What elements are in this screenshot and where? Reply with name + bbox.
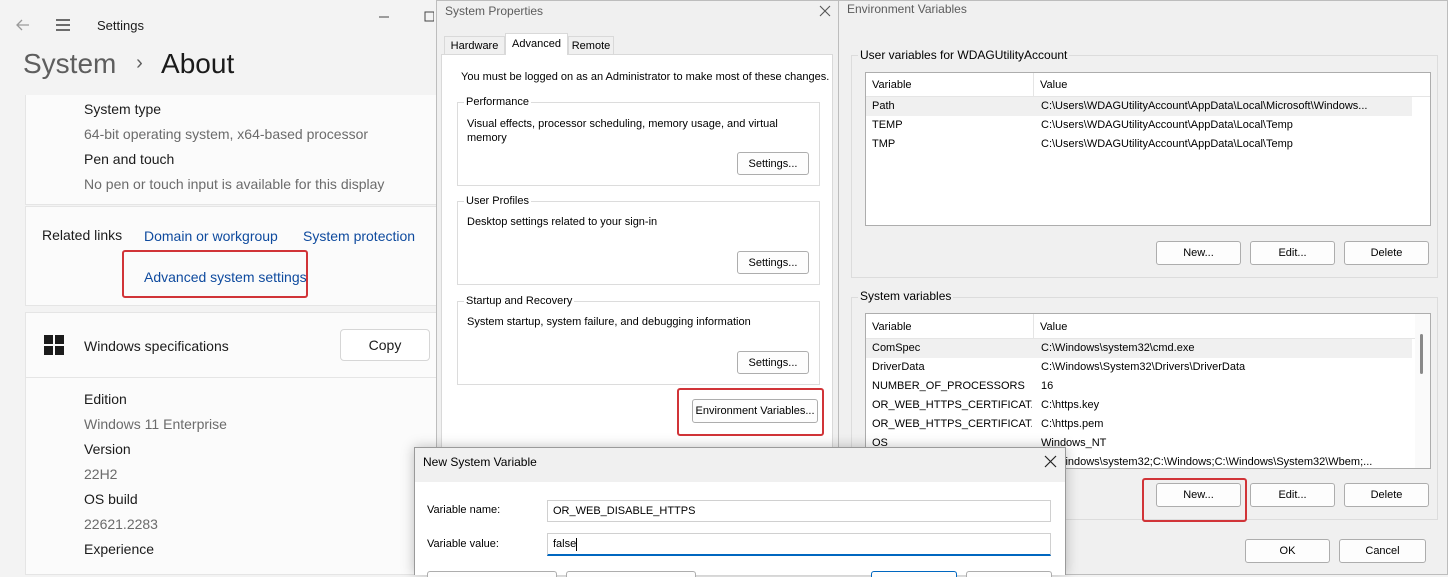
ok-button[interactable]: OK xyxy=(1245,539,1330,563)
new-variable-title: New System Variable xyxy=(423,455,537,469)
version-value: 22H2 xyxy=(84,466,118,482)
breadcrumb-system[interactable]: System xyxy=(23,48,116,79)
os-build-value: 22621.2283 xyxy=(84,516,158,532)
system-new-button[interactable]: New... xyxy=(1156,483,1241,507)
system-row-value[interactable]: C:\Windows\system32;C:\Windows;C:\Window… xyxy=(1041,456,1411,468)
page-title: About xyxy=(161,48,235,79)
copy-button[interactable]: Copy xyxy=(340,329,430,361)
domain-workgroup-link[interactable]: Domain or workgroup xyxy=(144,228,278,244)
user-row-value[interactable]: C:\Users\WDAGUtilityAccount\AppData\Loca… xyxy=(1041,100,1409,112)
system-scrollbar-thumb[interactable] xyxy=(1420,334,1423,374)
dialog-cancel-button[interactable] xyxy=(966,571,1052,577)
user-delete-button[interactable]: Delete xyxy=(1344,241,1429,265)
system-type-value: 64-bit operating system, x64-based proce… xyxy=(84,126,369,142)
breadcrumb: System › About xyxy=(23,48,234,80)
edition-value: Windows 11 Enterprise xyxy=(84,416,227,432)
user-col-value[interactable]: Value xyxy=(1040,79,1067,91)
startup-recovery-settings-button[interactable]: Settings... xyxy=(737,351,809,374)
minimize-icon[interactable] xyxy=(378,8,390,20)
system-col-value[interactable]: Value xyxy=(1040,321,1067,333)
system-row-value[interactable]: 16 xyxy=(1041,380,1411,392)
maximize-icon[interactable] xyxy=(424,10,435,22)
edition-label: Edition xyxy=(84,391,127,407)
system-col-divider xyxy=(1033,314,1034,339)
system-scrollbar[interactable] xyxy=(1415,314,1430,468)
variable-name-label: Variable name: xyxy=(427,504,501,516)
system-variables-label: System variables xyxy=(858,289,954,303)
system-row-value[interactable]: C:\Windows\System32\Drivers\DriverData xyxy=(1041,361,1411,373)
system-row-value[interactable]: C:\Windows\system32\cmd.exe xyxy=(1041,342,1411,354)
user-profiles-settings-button[interactable]: Settings... xyxy=(737,251,809,274)
user-new-button[interactable]: New... xyxy=(1156,241,1241,265)
user-row-name[interactable]: TMP xyxy=(872,138,895,150)
user-list-header xyxy=(866,73,1430,97)
system-row-name[interactable]: DriverData xyxy=(872,361,925,373)
system-protection-link[interactable]: System protection xyxy=(303,228,415,244)
tab-hardware[interactable]: Hardware xyxy=(444,36,505,55)
hamburger-menu-icon[interactable] xyxy=(54,16,72,34)
app-title: Settings xyxy=(97,18,144,33)
back-arrow-icon[interactable] xyxy=(14,16,32,34)
user-row-name[interactable]: Path xyxy=(872,100,895,112)
browse-directory-button[interactable] xyxy=(427,571,557,577)
windows-specs-divider xyxy=(26,377,440,378)
startup-recovery-desc: System startup, system failure, and debu… xyxy=(467,316,751,328)
variable-value-text: false xyxy=(553,538,577,550)
cancel-button[interactable]: Cancel xyxy=(1339,539,1426,563)
tab-advanced[interactable]: Advanced xyxy=(505,33,568,55)
performance-settings-button[interactable]: Settings... xyxy=(737,152,809,175)
system-row-value[interactable]: C:\https.key xyxy=(1041,399,1411,411)
text-caret xyxy=(576,537,578,551)
system-row-value[interactable]: C:\https.pem xyxy=(1041,418,1411,430)
new-variable-body xyxy=(415,482,1065,575)
tab-remote[interactable]: Remote xyxy=(568,36,614,55)
system-row-name[interactable]: OR_WEB_HTTPS_CERTIFICAT... xyxy=(872,399,1032,411)
breadcrumb-separator-icon: › xyxy=(136,52,143,74)
system-properties-title: System Properties xyxy=(445,4,544,18)
related-links-label: Related links xyxy=(42,227,123,243)
system-row-value[interactable]: Windows_NT xyxy=(1041,437,1411,449)
user-profiles-desc: Desktop settings related to your sign-in xyxy=(467,216,658,228)
variable-value-input[interactable]: false xyxy=(547,533,1051,556)
admin-note: You must be logged on as an Administrato… xyxy=(461,71,830,83)
system-delete-button[interactable]: Delete xyxy=(1344,483,1429,507)
system-list-header xyxy=(866,314,1415,339)
system-col-variable[interactable]: Variable xyxy=(872,321,912,333)
variable-name-input[interactable]: OR_WEB_DISABLE_HTTPS xyxy=(547,500,1051,522)
version-label: Version xyxy=(84,441,131,457)
settings-window: Settings System › About System type 64-b… xyxy=(0,0,440,575)
close-icon[interactable] xyxy=(819,4,831,17)
user-variables-label: User variables for WDAGUtilityAccount xyxy=(858,48,1070,62)
environment-variables-title: Environment Variables xyxy=(847,2,967,16)
performance-desc: Visual effects, processor scheduling, me… xyxy=(467,118,778,144)
performance-label: Performance xyxy=(464,96,531,108)
variable-value-label: Variable value: xyxy=(427,538,499,550)
advanced-system-settings-link[interactable]: Advanced system settings xyxy=(144,269,307,285)
system-row-name[interactable]: ComSpec xyxy=(872,342,920,354)
user-col-divider xyxy=(1033,73,1034,97)
startup-recovery-label: Startup and Recovery xyxy=(464,295,575,307)
environment-variables-button[interactable]: Environment Variables... xyxy=(692,399,818,423)
browse-file-button[interactable] xyxy=(566,571,696,577)
windows-specs-title: Windows specifications xyxy=(84,338,229,354)
pen-touch-label: Pen and touch xyxy=(84,151,175,167)
dialog-close-icon[interactable] xyxy=(1044,455,1057,468)
windows-logo-icon xyxy=(43,334,65,356)
dialog-ok-button[interactable] xyxy=(871,571,957,577)
user-row-name[interactable]: TEMP xyxy=(872,119,903,131)
user-row-value[interactable]: C:\Users\WDAGUtilityAccount\AppData\Loca… xyxy=(1041,138,1409,150)
system-row-name[interactable]: NUMBER_OF_PROCESSORS xyxy=(872,380,1025,392)
user-col-variable[interactable]: Variable xyxy=(872,79,912,91)
experience-label: Experience xyxy=(84,541,155,557)
user-row-value[interactable]: C:\Users\WDAGUtilityAccount\AppData\Loca… xyxy=(1041,119,1409,131)
user-edit-button[interactable]: Edit... xyxy=(1250,241,1335,265)
os-build-label: OS build xyxy=(84,491,138,507)
system-row-name[interactable]: OR_WEB_HTTPS_CERTIFICAT... xyxy=(872,418,1032,430)
user-profiles-label: User Profiles xyxy=(464,195,531,207)
system-edit-button[interactable]: Edit... xyxy=(1250,483,1335,507)
pen-touch-value: No pen or touch input is available for t… xyxy=(84,176,385,192)
system-type-label: System type xyxy=(84,101,162,117)
